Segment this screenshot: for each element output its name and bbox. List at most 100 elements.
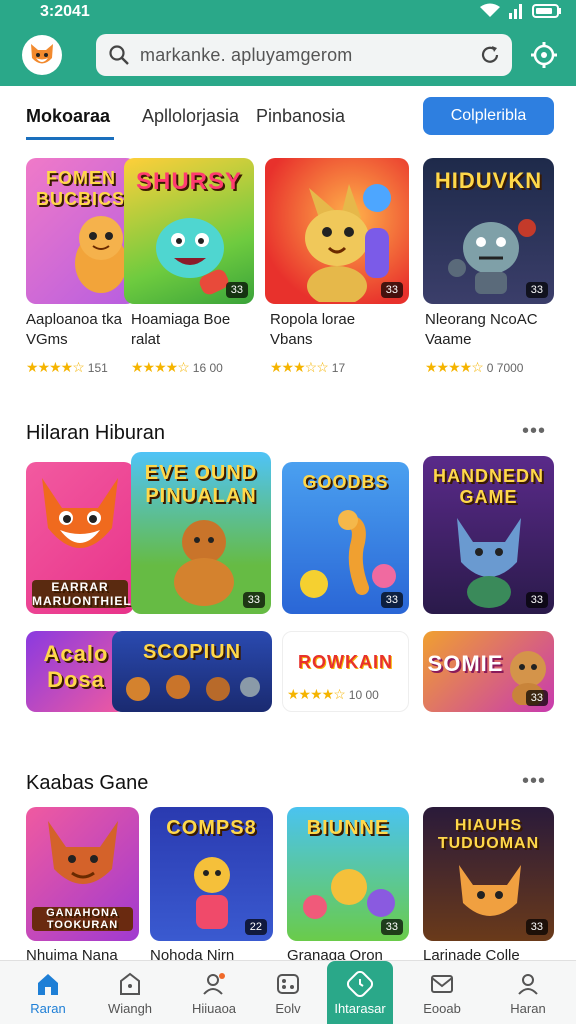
game-rating: ★★★★☆ 16 00 [131,359,223,376]
tile-art-title: COMPS8 [166,817,257,839]
game-tile[interactable]: HANDNEDN GAME 33 [423,456,554,614]
refresh-icon[interactable] [478,43,502,67]
tile-art-title: HANDNEDN GAME [433,466,544,507]
tile-badge: 33 [525,282,548,298]
tile-badge: 33 [380,592,403,608]
game-tile[interactable]: 33 [265,158,409,304]
star-rating: ★★★★☆ [425,359,484,375]
star-rating: ★★★★☆ [287,686,346,702]
signal-icon [509,4,522,19]
game-name[interactable]: Nhuima Nana [26,946,118,960]
tile-badge: 33 [525,690,548,706]
game-rating: ★★★★☆ 0 7000 [425,359,523,376]
status-time: 3:2041 [40,3,90,20]
cta-button[interactable]: Colpleribla [423,97,554,135]
game-tile[interactable]: GOODBS 33 [282,462,409,614]
game-name[interactable]: Hoamiaga Boe ralat [131,310,261,350]
tile-badge: 33 [380,282,403,298]
app-root: 3:2041 markanke. apluyamgerom Mokoaraa A… [0,0,576,1024]
game-name[interactable]: Nohoda Nirn [150,946,234,960]
tile-art-title: Acalo Dosa [43,641,109,692]
game-tile[interactable]: ROWKAIN ★★★★☆ 10 00 [282,631,409,712]
search-bar[interactable]: markanke. apluyamgerom [96,34,512,76]
tile-badge: 22 [244,919,267,935]
tab-mokoaraa[interactable]: Mokoaraa [26,106,110,127]
tile-badge: 33 [525,919,548,935]
section-title: Kaabas Gane [26,772,149,794]
game-tile[interactable]: FOMEN BUCBICSE [26,158,136,304]
game-tile[interactable]: HIAUHS TUDUOMAN 33 [423,807,554,941]
bag-icon [120,972,140,995]
monster-character-icon [156,218,229,295]
game-name[interactable]: Ropola lorae Vbans [270,310,410,350]
rating-count: 10 00 [348,687,379,702]
nav-item-haran[interactable]: Haran [490,961,566,1024]
game-tile[interactable]: SCOPIUN [112,631,272,712]
app-logo[interactable] [22,35,62,75]
rating-count: 16 00 [192,360,223,375]
tab-apllolorjasia[interactable]: Apllolorjasia [142,106,239,127]
game-name[interactable]: Aaploanoa tka VGms [26,310,136,350]
tab-pinbanosia[interactable]: Pinbanosia [256,106,345,127]
game-rating: ★★★★☆ 151 [26,359,108,376]
game-name[interactable]: Larinade Colle [423,946,520,960]
tile-art-title: HIAUHS TUDUOMAN [437,817,540,852]
game-tile[interactable]: HIDUVKN 33 [423,158,554,304]
tile-badge: 33 [242,592,265,608]
zombie-character-icon [448,219,536,294]
search-input[interactable]: markanke. apluyamgerom [140,45,353,66]
nav-item-eooab[interactable]: Eooab [404,961,480,1024]
bottom-navigation: Raran Wiangh Hiiuaoa Eolv Ihtarasar Eooa… [0,960,576,1024]
more-options-icon[interactable]: ••• [522,420,546,443]
nav-item-ihtarasar[interactable]: Ihtarasar [327,961,393,1024]
snake-character-icon [300,510,396,598]
status-icons [480,3,562,19]
home-icon [38,973,58,995]
tile-art-title: BIUNNE [306,817,390,839]
game-tile[interactable]: GANAHONA TOOKURAN [26,807,139,941]
tile-art-title: HIDUVKN [434,168,543,193]
rating-count: 17 [331,360,346,375]
nav-item-home[interactable]: Raran [10,961,86,1024]
game-tile[interactable]: SHURSY 33 [124,158,254,304]
fox-character-icon [48,821,118,884]
fox-character-icon [42,478,118,548]
tile-art-title: EARRAR MARUONTHIEL [32,580,132,608]
more-options-icon[interactable]: ••• [522,770,546,793]
bear-character-icon [174,520,234,606]
game-name[interactable]: Granaga Oron [287,946,383,960]
game-rating: ★★★☆☆ 17 [270,359,345,376]
game-tile[interactable]: Acalo Dosa [26,631,126,712]
tile-art-title: SHURSY [135,168,243,195]
active-tab-indicator [26,137,114,140]
nav-item-hiiuaoa[interactable]: Hiiuaoa [176,961,252,1024]
status-bar: 3:2041 [0,0,576,26]
settings-icon[interactable] [528,39,560,71]
game-rating: ★★★★☆ 10 00 [287,686,379,703]
tiger-character-icon [459,865,521,916]
tile-art-title: FOMEN BUCBICSE [36,168,136,209]
tile-badge: 33 [380,919,403,935]
person-icon [203,972,225,995]
kangaroo-character-icon [305,184,391,302]
nav-item-wiangh[interactable]: Wiangh [92,961,168,1024]
nav-item-eolv[interactable]: Eolv [250,961,326,1024]
game-tile[interactable]: SOMIE 33 [423,631,554,712]
game-tile[interactable]: BIUNNE 33 [287,807,409,941]
game-icon [277,973,299,994]
tile-badge: 33 [525,592,548,608]
category-tabs: Mokoaraa Apllolorjasia Pinbanosia Colple… [0,86,576,148]
rating-count: 151 [87,360,108,375]
rating-count: 0 7000 [486,360,524,375]
game-tile[interactable]: COMPS8 22 [150,807,273,941]
game-tile[interactable]: EVE OUND PINUALAN 33 [131,452,271,614]
fox-face-icon [31,44,53,64]
game-tile[interactable]: EARRAR MARUONTHIEL [26,462,134,614]
game-name[interactable]: Nleorang NcoAC Vaame [425,310,555,350]
tile-art-title: GANAHONA TOOKURAN [32,907,133,931]
tile-art-title: GOODBS [302,472,389,492]
battery-icon [532,4,561,18]
clock-icon [347,970,373,997]
wolf-character-icon [457,518,521,608]
star-rating: ★★★★☆ [131,359,190,375]
